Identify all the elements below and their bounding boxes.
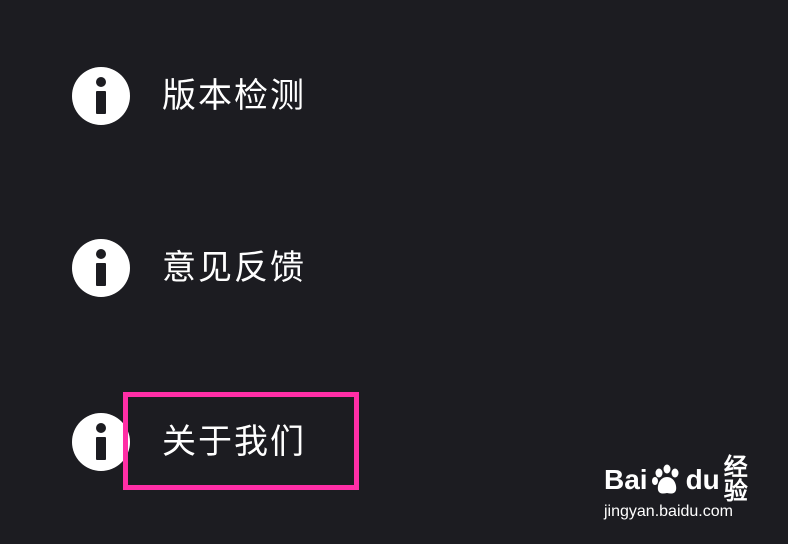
- info-icon: [72, 413, 130, 471]
- menu-item-feedback[interactable]: 意见反馈: [72, 238, 306, 298]
- menu-item-label: 关于我们: [162, 422, 306, 462]
- info-icon: [72, 239, 130, 297]
- info-icon: [72, 67, 130, 125]
- menu-item-version-check[interactable]: 版本检测: [72, 66, 306, 126]
- menu-item-label: 意见反馈: [162, 248, 306, 288]
- menu-item-about-us[interactable]: 关于我们: [72, 412, 306, 472]
- menu-item-label: 版本检测: [162, 76, 306, 116]
- settings-menu: 版本检测 意见反馈 关于我们: [0, 0, 788, 544]
